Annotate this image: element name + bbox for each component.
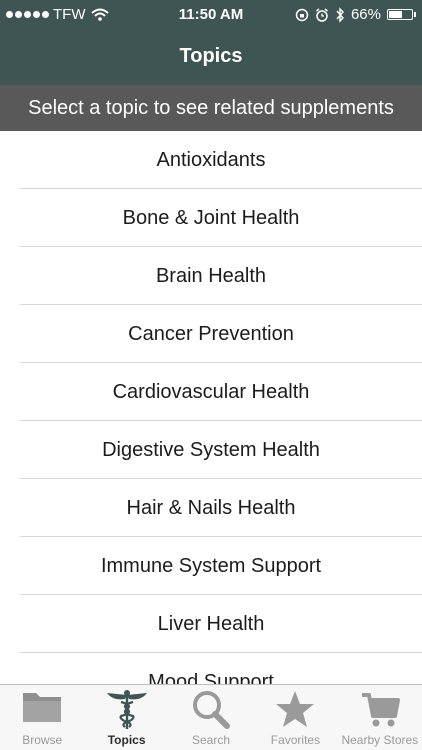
topic-row-cancer-prevention[interactable]: Cancer Prevention bbox=[0, 305, 422, 363]
magnifier-icon bbox=[193, 691, 231, 729]
tab-favorites[interactable]: Favorites bbox=[253, 685, 337, 750]
battery-icon bbox=[387, 9, 413, 20]
topic-row-antioxidants[interactable]: Antioxidants bbox=[0, 131, 422, 189]
status-bar: TFW 11:50 AM 66% bbox=[0, 0, 422, 30]
rotation-lock-icon bbox=[295, 8, 309, 21]
tab-search[interactable]: Search bbox=[169, 685, 253, 750]
instruction-banner: Select a topic to see related supplement… bbox=[0, 85, 422, 131]
page-title: Topics bbox=[179, 45, 243, 67]
star-icon bbox=[276, 691, 315, 727]
status-right-group: 66% bbox=[295, 6, 416, 23]
tab-label-nearby-stores: Nearby Stores bbox=[341, 733, 419, 747]
topic-row-bone-joint-health[interactable]: Bone & Joint Health bbox=[0, 189, 422, 247]
topic-row-liver-health[interactable]: Liver Health bbox=[0, 595, 422, 653]
navigation-bar: Topics bbox=[0, 30, 422, 85]
tab-label-favorites: Favorites bbox=[270, 733, 321, 747]
battery-nub bbox=[414, 12, 416, 17]
topic-row-immune-system-support[interactable]: Immune System Support bbox=[0, 537, 422, 595]
bluetooth-icon bbox=[336, 6, 344, 23]
tab-bar: Browse Topics Search Favorites Nearby St… bbox=[0, 684, 422, 750]
cart-icon bbox=[361, 693, 400, 727]
topic-row-brain-health[interactable]: Brain Health bbox=[0, 247, 422, 305]
topic-row-hair-nails-health[interactable]: Hair & Nails Health bbox=[0, 479, 422, 537]
folder-icon bbox=[23, 693, 62, 722]
tab-topics[interactable]: Topics bbox=[84, 685, 168, 750]
tab-nearby-stores[interactable]: Nearby Stores bbox=[338, 685, 422, 750]
alarm-icon bbox=[316, 7, 328, 22]
tab-label-browse: Browse bbox=[22, 733, 63, 747]
tab-label-search: Search bbox=[192, 733, 231, 747]
battery-percent: 66% bbox=[350, 6, 381, 23]
topics-list[interactable]: Antioxidants Bone & Joint Health Brain H… bbox=[0, 131, 422, 684]
topic-row-digestive-system-health[interactable]: Digestive System Health bbox=[0, 421, 422, 479]
topic-row-cardiovascular-health[interactable]: Cardiovascular Health bbox=[0, 363, 422, 421]
tab-label-topics: Topics bbox=[107, 733, 146, 747]
battery-fill bbox=[389, 11, 402, 18]
topic-row-mood-support[interactable]: Mood Support bbox=[0, 653, 422, 684]
caduceus-icon bbox=[106, 690, 147, 729]
tab-browse[interactable]: Browse bbox=[0, 685, 84, 750]
